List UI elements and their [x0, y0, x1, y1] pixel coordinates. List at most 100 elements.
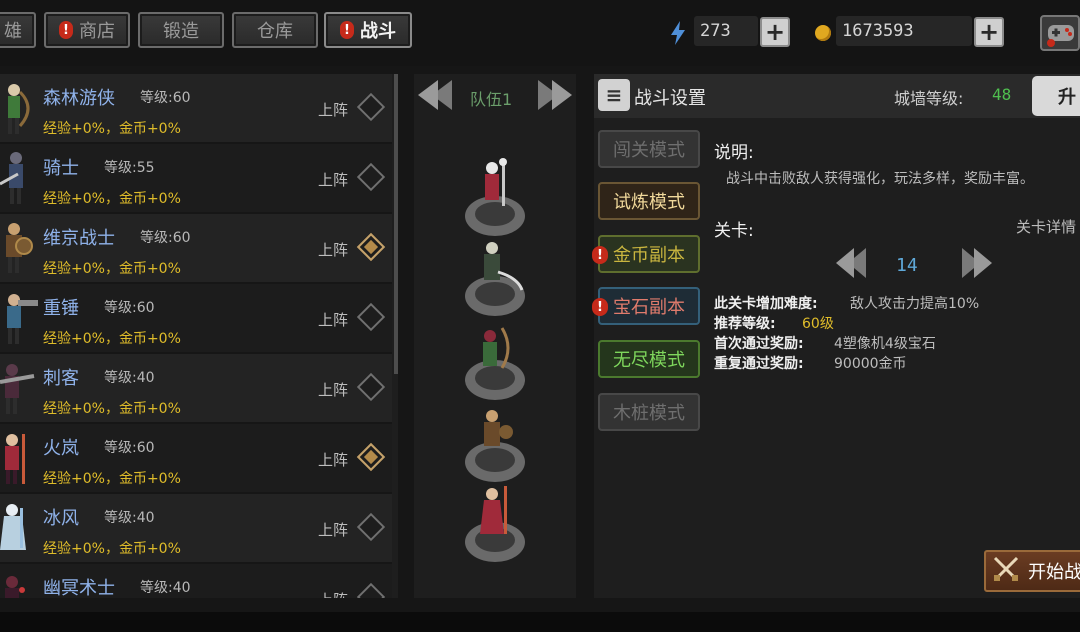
deploy-checkbox[interactable]: [356, 92, 386, 122]
first-clear-reward-value: 4塑像机4级宝石: [834, 336, 936, 352]
mode-endless-button[interactable]: 无尽模式: [598, 340, 700, 378]
chevron-left-icon: [416, 80, 454, 116]
add-gold-button[interactable]: +: [974, 17, 1004, 47]
hero-name: 森林游侠: [43, 88, 115, 109]
deploy-label: 上阵: [318, 589, 348, 598]
team-member-sprite-icon: [465, 486, 525, 562]
hero-list-scrollbar[interactable]: [394, 74, 398, 374]
next-stage-button[interactable]: [960, 246, 994, 280]
mode-label: 宝石副本: [613, 297, 685, 318]
hero-sprite-icon: [0, 568, 40, 598]
hero-list: 森林游侠 等级:60 经验+0%，金币+0% 上阵 骑士 等级:55 经验+0%…: [0, 74, 398, 598]
tab-heroes[interactable]: 雄: [0, 12, 36, 48]
next-team-button[interactable]: [536, 78, 574, 112]
tab-warehouse[interactable]: 仓库: [232, 12, 318, 48]
chevron-right-icon: [960, 248, 994, 284]
hero-name: 刺客: [43, 368, 79, 389]
mode-trial-button[interactable]: 试炼模式: [598, 182, 700, 220]
hero-row[interactable]: 刺客 等级:40 经验+0%，金币+0% 上阵: [0, 354, 392, 424]
upgrade-wall-button[interactable]: 升: [1032, 76, 1080, 116]
repeat-clear-reward-label: 重复通过奖励:: [714, 356, 804, 372]
deploy-checkbox[interactable]: [356, 442, 386, 472]
hero-sprite-icon: [0, 498, 40, 558]
deploy-checkbox[interactable]: [356, 372, 386, 402]
tab-label: 仓库: [257, 21, 293, 42]
add-energy-button[interactable]: +: [760, 17, 790, 47]
prev-team-button[interactable]: [416, 78, 454, 112]
deploy-label: 上阵: [318, 451, 349, 469]
panel-title: 战斗设置: [634, 88, 706, 109]
start-battle-button[interactable]: 开始战: [984, 550, 1080, 592]
deploy-checkbox[interactable]: [356, 512, 386, 542]
difficulty-value: 敌人攻击力提高10%: [850, 296, 980, 312]
alert-icon: !: [340, 21, 354, 39]
team-member-sprite-icon: [465, 410, 525, 482]
stage-detail-link[interactable]: 关卡详情: [1016, 216, 1076, 237]
tab-label: 战斗: [360, 21, 396, 42]
hero-level: 等级:60: [140, 230, 191, 246]
team-name: 队伍1: [470, 90, 513, 109]
team-slot[interactable]: [462, 158, 528, 238]
tab-label: 雄: [4, 21, 22, 42]
deploy-label: 上阵: [318, 241, 349, 259]
tab-battle[interactable]: ! 战斗: [324, 12, 412, 48]
deploy-label: 上阵: [318, 521, 349, 539]
hero-row[interactable]: 重锤 等级:60 经验+0%，金币+0% 上阵: [0, 284, 392, 354]
hero-bonus: 经验+0%，金币+0%: [43, 471, 181, 487]
gamepad-icon: [1042, 25, 1078, 53]
deploy-checkbox[interactable]: [356, 302, 386, 332]
hero-bonus: 经验+0%，金币+0%: [43, 191, 181, 207]
gamepad-button[interactable]: [1040, 15, 1080, 51]
deploy-checkbox[interactable]: [356, 162, 386, 192]
crossed-swords-icon: [992, 555, 1020, 587]
hero-row[interactable]: 森林游侠 等级:60 经验+0%，金币+0% 上阵: [0, 74, 392, 144]
tab-shop[interactable]: ! 商店: [44, 12, 130, 48]
hero-level: 等级:60: [104, 300, 155, 316]
team-column: 队伍1: [414, 74, 576, 598]
menu-button[interactable]: ≡: [598, 79, 630, 111]
hero-name: 冰风: [43, 508, 79, 529]
hero-level: 等级:60: [140, 90, 191, 106]
hero-bonus: 经验+0%，金币+0%: [43, 401, 181, 417]
energy-value: 273: [700, 21, 731, 41]
hero-row[interactable]: 幽冥术士 等级:40 上阵: [0, 564, 392, 598]
prev-stage-button[interactable]: [834, 246, 868, 280]
recommended-level-label: 推荐等级:: [714, 316, 776, 332]
hero-row[interactable]: 骑士 等级:55 经验+0%，金币+0% 上阵: [0, 144, 392, 214]
tab-forge[interactable]: 锻造: [138, 12, 224, 48]
hero-level: 等级:40: [104, 370, 155, 386]
hero-row[interactable]: 冰风 等级:40 经验+0%，金币+0% 上阵: [0, 494, 392, 564]
wall-level-value: 48: [992, 85, 1012, 104]
hero-bonus: 经验+0%，金币+0%: [43, 261, 181, 277]
team-slot[interactable]: [462, 404, 528, 484]
hero-bonus: 经验+0%，金币+0%: [43, 121, 181, 137]
hero-sprite-icon: [0, 428, 40, 488]
team-slot[interactable]: [462, 238, 528, 318]
mode-gem-dungeon-button[interactable]: ! 宝石副本: [592, 287, 700, 325]
mode-campaign-button[interactable]: 闯关模式: [598, 130, 700, 168]
alert-icon: !: [592, 298, 608, 316]
deploy-label: 上阵: [318, 381, 349, 399]
hero-row[interactable]: 火岚 等级:60 经验+0%，金币+0% 上阵: [0, 424, 392, 494]
battle-settings-panel: ≡ 战斗设置 城墙等级: 48 升 闯关模式 试炼模式 ! 金币副本 ! 宝石副…: [592, 74, 1080, 598]
deploy-label: 上阵: [318, 311, 349, 329]
deploy-checkbox[interactable]: [356, 232, 386, 262]
mode-training-dummy-button[interactable]: 木桩模式: [598, 393, 700, 431]
hero-level: 等级:40: [104, 510, 155, 526]
mode-label: 金币副本: [613, 245, 685, 266]
tab-label: 锻造: [163, 21, 199, 42]
hero-level: 等级:40: [140, 580, 191, 596]
team-member-sprite-icon: [465, 327, 525, 400]
deploy-label: 上阵: [318, 171, 349, 189]
coin-icon: [815, 25, 831, 41]
stage-label: 关卡:: [714, 221, 754, 241]
team-slot[interactable]: [462, 322, 528, 402]
hero-sprite-icon: [0, 148, 40, 208]
start-battle-label: 开始战: [1028, 562, 1080, 583]
deploy-checkbox[interactable]: [356, 582, 386, 598]
energy-counter: 273: [694, 16, 758, 46]
team-slot[interactable]: [462, 484, 528, 564]
mode-gold-dungeon-button[interactable]: ! 金币副本: [592, 235, 700, 273]
hero-row[interactable]: 维京战士 等级:60 经验+0%，金币+0% 上阵: [0, 214, 392, 284]
team-member-sprite-icon: [465, 158, 525, 236]
